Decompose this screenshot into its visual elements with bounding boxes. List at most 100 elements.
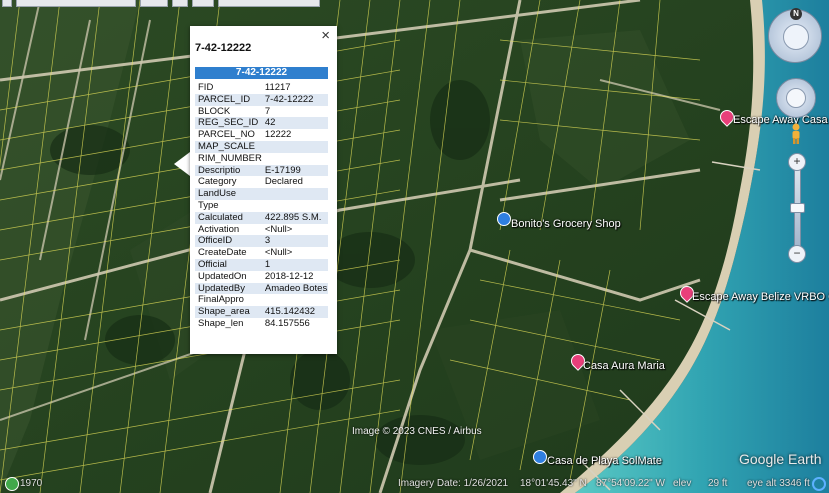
attribute-value bbox=[262, 200, 328, 212]
attribute-key: REG_SEC_ID bbox=[195, 117, 262, 130]
attribute-key: MAP_SCALE bbox=[195, 140, 262, 153]
satellite-map[interactable] bbox=[0, 0, 829, 493]
attribute-row: CreateDate <Null> bbox=[195, 247, 328, 259]
attribute-key: Calculated bbox=[195, 211, 262, 224]
attribute-value: <Null> bbox=[264, 247, 293, 259]
move-joystick-hand-icon[interactable] bbox=[786, 88, 806, 108]
north-indicator[interactable]: N bbox=[790, 8, 802, 20]
attribute-row: RIM_NUMBER bbox=[195, 153, 328, 165]
attribute-row: Shape_area 415.142432 bbox=[195, 306, 328, 318]
toolbar-button[interactable] bbox=[192, 0, 214, 7]
zoom-slider-thumb[interactable] bbox=[790, 203, 805, 213]
attribute-key: Descriptio bbox=[195, 164, 262, 177]
attribute-key: RIM_NUMBER bbox=[198, 152, 262, 164]
attribute-value: 11217 bbox=[264, 82, 291, 93]
pegman-icon[interactable] bbox=[790, 123, 802, 145]
attribute-key: BLOCK bbox=[198, 105, 231, 117]
shop-icon[interactable] bbox=[497, 212, 511, 226]
attribute-value bbox=[262, 153, 328, 165]
attribute-row: Descriptio E-17199 bbox=[195, 164, 328, 177]
attribute-key: FID bbox=[198, 82, 214, 93]
attribute-table: FID 11217 PARCEL_ID 7-42-12222 BLOCK 7 REG_SEC… bbox=[195, 82, 328, 330]
attribute-row: Type bbox=[195, 200, 328, 212]
attribute-key: UpdatedOn bbox=[198, 270, 247, 282]
attribute-value: <Null> bbox=[264, 223, 293, 235]
attribute-value: E-17199 bbox=[261, 164, 328, 177]
attribute-value: 1 bbox=[261, 258, 328, 271]
attribute-value: 7-42-12222 bbox=[261, 93, 328, 106]
placemark-label[interactable]: Casa Aura Maria bbox=[583, 360, 665, 372]
attribute-key: PARCEL_NO bbox=[198, 129, 255, 141]
balloon-title: 7-42-12222 bbox=[195, 42, 252, 54]
placemark-label[interactable]: Bonito's Grocery Shop bbox=[511, 218, 621, 230]
attribute-key: PARCEL_ID bbox=[195, 93, 262, 106]
attribute-value bbox=[262, 294, 328, 306]
attribute-key: UpdatedBy bbox=[195, 282, 262, 295]
attribute-key: Official bbox=[195, 258, 262, 271]
status-bar: 1970 Imagery Date: 1/26/2021 18°01'45.43… bbox=[0, 475, 829, 493]
attribute-key: OfficeID bbox=[195, 235, 262, 248]
placemark-label[interactable]: Escape Away Casa Gra bbox=[733, 114, 829, 126]
attribute-table-header: 7-42-12222 bbox=[195, 67, 328, 79]
toolbar-button[interactable] bbox=[172, 0, 188, 7]
parcel-info-balloon: × 7-42-12222 7-42-12222 FID 11217 PARCEL_I… bbox=[190, 26, 337, 354]
attribute-key: Type bbox=[198, 199, 219, 211]
lodging-icon[interactable] bbox=[533, 450, 547, 464]
attribute-key: Shape_area bbox=[195, 306, 262, 318]
attribute-key: Activation bbox=[198, 223, 240, 235]
attribute-value: 84.157556 bbox=[264, 317, 310, 329]
attribute-value: Amadeo Botes bbox=[261, 282, 328, 295]
latitude: 18°01'45.43" N bbox=[520, 478, 587, 489]
zoom-in-button[interactable]: + bbox=[788, 153, 806, 171]
eye-altitude: eye alt 3346 ft bbox=[747, 478, 810, 489]
elevation: 29 ft bbox=[708, 478, 728, 489]
attribute-row: Calculated 422.895 S.M. bbox=[195, 211, 328, 224]
imagery-attribution: Image © 2023 CNES / Airbus bbox=[352, 426, 482, 437]
google-earth-logo: Google Earth bbox=[739, 451, 822, 467]
attribute-key: Shape_len bbox=[198, 317, 244, 329]
attribute-value: 3 bbox=[261, 235, 328, 248]
attribute-row: Shape_len 84.157556 bbox=[195, 318, 328, 330]
attribute-value: 42 bbox=[261, 117, 328, 130]
attribute-value: 12222 bbox=[264, 129, 292, 141]
attribute-row: FID 11217 bbox=[195, 82, 328, 94]
attribute-value: Declared bbox=[264, 176, 303, 188]
attribute-value: 7 bbox=[264, 105, 271, 117]
attribute-key: CreateDate bbox=[198, 247, 247, 259]
attribute-row: MAP_SCALE bbox=[195, 140, 328, 153]
attribute-row: REG_SEC_ID 42 bbox=[195, 117, 328, 130]
attribute-row: UpdatedOn 2018-12-12 bbox=[195, 271, 328, 283]
elevation-label: elev bbox=[673, 478, 692, 489]
attribute-row: Official 1 bbox=[195, 258, 328, 271]
attribute-row: FinalAppro bbox=[195, 294, 328, 306]
attribute-row: PARCEL_NO 12222 bbox=[195, 129, 328, 141]
longitude: 87°54'09.22" W bbox=[596, 478, 665, 489]
toolbar-button[interactable] bbox=[218, 0, 320, 7]
attribute-row: BLOCK 7 bbox=[195, 106, 328, 118]
toolbar bbox=[0, 0, 382, 7]
attribute-key: Category bbox=[198, 176, 237, 188]
zoom-out-button[interactable]: − bbox=[788, 245, 806, 263]
attribute-value: 415.142432 bbox=[261, 306, 328, 318]
balloon-pointer bbox=[174, 152, 190, 176]
attribute-row: PARCEL_ID 7-42-12222 bbox=[195, 93, 328, 106]
attribute-row: Category Declared bbox=[195, 176, 328, 188]
look-joystick[interactable] bbox=[783, 24, 809, 50]
attribute-row: Activation <Null> bbox=[195, 224, 328, 236]
attribute-row: OfficeID 3 bbox=[195, 235, 328, 248]
historical-imagery-icon[interactable] bbox=[5, 477, 19, 491]
attribute-row: UpdatedBy Amadeo Botes bbox=[195, 282, 328, 295]
imagery-date: Imagery Date: 1/26/2021 bbox=[398, 478, 509, 489]
attribute-key: FinalAppro bbox=[198, 294, 244, 306]
placemark-label[interactable]: Escape Away Belize VRBO 69 bbox=[692, 291, 829, 303]
toolbar-button[interactable] bbox=[140, 0, 168, 7]
attribute-value bbox=[261, 140, 328, 153]
close-icon[interactable]: × bbox=[321, 27, 330, 44]
attribute-value bbox=[261, 188, 328, 200]
toolbar-button[interactable] bbox=[16, 0, 136, 7]
attribute-value: 2018-12-12 bbox=[264, 270, 314, 282]
streaming-status-icon bbox=[812, 477, 826, 491]
attribute-row: LandUse bbox=[195, 188, 328, 200]
placemark-label[interactable]: Casa de Playa SolMate bbox=[547, 455, 662, 467]
toolbar-button[interactable] bbox=[2, 0, 12, 7]
